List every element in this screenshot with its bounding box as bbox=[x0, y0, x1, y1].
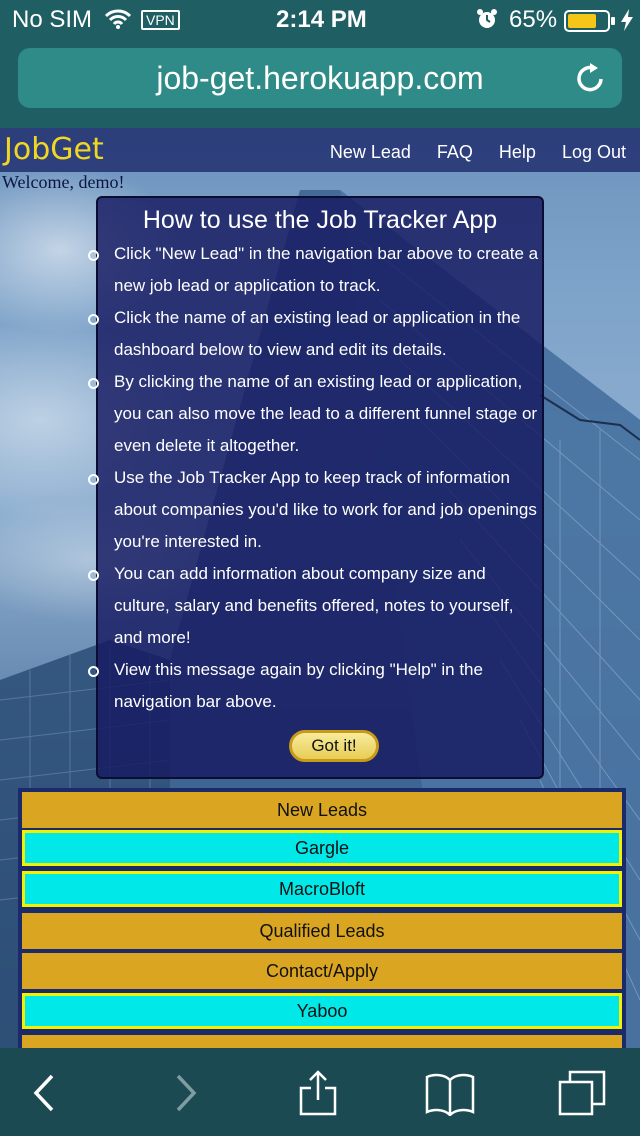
url-text[interactable]: job-get.herokuapp.com bbox=[18, 48, 622, 108]
vpn-badge: VPN bbox=[141, 10, 180, 30]
browser-chrome: job-get.herokuapp.com bbox=[0, 40, 640, 128]
alarm-icon bbox=[476, 8, 498, 37]
back-icon[interactable] bbox=[22, 1070, 74, 1116]
help-item: You can add information about company si… bbox=[88, 558, 544, 654]
site-navbar: JobGet New Lead FAQ Help Log Out bbox=[0, 128, 640, 172]
share-icon[interactable] bbox=[292, 1070, 344, 1116]
wifi-icon bbox=[104, 8, 132, 37]
bookmarks-icon[interactable] bbox=[424, 1070, 476, 1117]
got-it-button[interactable]: Got it! bbox=[289, 730, 379, 762]
clock: 2:14 PM bbox=[276, 6, 367, 33]
tabs-icon[interactable] bbox=[556, 1070, 608, 1116]
browser-toolbar bbox=[0, 1048, 640, 1136]
help-dialog: How to use the Job Tracker App Click "Ne… bbox=[88, 196, 544, 779]
help-item: By clicking the name of an existing lead… bbox=[88, 366, 544, 462]
battery-percent: 65% bbox=[509, 6, 558, 33]
help-title: How to use the Job Tracker App bbox=[142, 206, 498, 234]
reload-icon[interactable] bbox=[576, 62, 606, 94]
stage-header-contact-apply: Contact/Apply bbox=[22, 953, 622, 989]
nav-faq[interactable]: FAQ bbox=[437, 142, 473, 163]
nav-links: New Lead FAQ Help Log Out bbox=[330, 142, 626, 163]
brand-logo[interactable]: JobGet bbox=[4, 132, 104, 167]
help-item: View this message again by clicking "Hel… bbox=[88, 654, 544, 718]
nav-help[interactable]: Help bbox=[499, 142, 536, 163]
stage-header-qualified-leads: Qualified Leads bbox=[22, 913, 622, 949]
welcome-message: Welcome, demo! bbox=[2, 172, 125, 192]
nav-log-out[interactable]: Log Out bbox=[562, 142, 626, 163]
carrier-label: No SIM bbox=[12, 6, 93, 33]
help-item: Click the name of an existing lead or ap… bbox=[88, 302, 544, 366]
help-item: Click "New Lead" in the navigation bar a… bbox=[88, 238, 544, 302]
help-list: Click "New Lead" in the navigation bar a… bbox=[88, 238, 544, 718]
battery-icon bbox=[564, 10, 616, 39]
address-bar[interactable]: job-get.herokuapp.com bbox=[18, 48, 622, 108]
status-bar: No SIM VPN 2:14 PM 65% bbox=[0, 0, 640, 40]
forward-icon[interactable] bbox=[158, 1070, 210, 1116]
lead-row-yaboo[interactable]: Yaboo bbox=[22, 993, 622, 1029]
lead-row-macrobloft[interactable]: MacroBloft bbox=[22, 871, 622, 907]
help-item: Use the Job Tracker App to keep track of… bbox=[88, 462, 544, 558]
nav-new-lead[interactable]: New Lead bbox=[330, 142, 411, 163]
dashboard-list: New Leads Gargle MacroBloft Qualified Le… bbox=[18, 788, 626, 1050]
charging-icon bbox=[620, 8, 634, 39]
stage-header-new-leads: New Leads bbox=[22, 792, 622, 828]
lead-row-gargle[interactable]: Gargle bbox=[22, 830, 622, 866]
